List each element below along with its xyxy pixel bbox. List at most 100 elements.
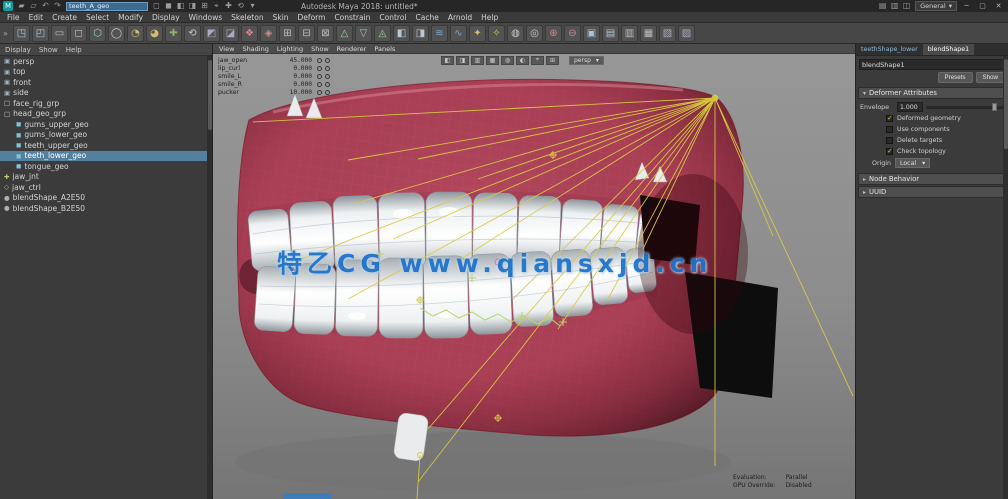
attribute-editor-scrollbar[interactable] xyxy=(1003,56,1008,499)
sidebar-toggle-icon-0[interactable]: ▤ xyxy=(877,1,888,11)
menu-cache[interactable]: Cache xyxy=(416,13,439,22)
outliner-item-teeth-lower-geo[interactable]: ◼teeth_lower_geo xyxy=(0,151,207,162)
inview-row-smile-l[interactable]: smile_L0.000 xyxy=(218,73,330,81)
shelf-tool-icon-5[interactable]: ◯ xyxy=(108,25,125,42)
shelf-tool-icon-23[interactable]: ∿ xyxy=(450,25,467,42)
outliner-item-teeth-upper-geo[interactable]: ◼teeth_upper_geo xyxy=(0,140,207,151)
minimize-button[interactable]: ─ xyxy=(960,2,973,10)
viewport-tool-icon-3[interactable]: ▦ xyxy=(486,56,499,65)
shelf-tool-icon-33[interactable]: ▦ xyxy=(640,25,657,42)
snap-icon-8[interactable]: ▾ xyxy=(247,1,258,11)
snap-icon-2[interactable]: ◧ xyxy=(175,1,186,11)
outliner-item-gums-upper-geo[interactable]: ◼gums_upper_geo xyxy=(0,119,207,130)
menu-file[interactable]: File xyxy=(7,13,20,22)
maximize-button[interactable]: ▢ xyxy=(976,2,989,10)
checkbox-use-components[interactable] xyxy=(886,126,893,133)
snap-icon-7[interactable]: ⟲ xyxy=(235,1,246,11)
outliner-item-persp[interactable]: ▣persp xyxy=(0,56,207,67)
timeslider-fragment[interactable] xyxy=(283,493,331,499)
inview-row-lip-curl[interactable]: lip_curl0.000 xyxy=(218,65,330,73)
snap-icon-4[interactable]: ⊞ xyxy=(199,1,210,11)
snap-icon-6[interactable]: ✚ xyxy=(223,1,234,11)
section-node-behavior[interactable]: ▸Node Behavior xyxy=(858,173,1006,185)
viewport-menu-shading[interactable]: Shading xyxy=(242,45,268,53)
menu-control[interactable]: Control xyxy=(379,13,406,22)
outliner-menu-display[interactable]: Display xyxy=(5,46,31,54)
shelf-tool-icon-4[interactable]: ⬡ xyxy=(89,25,106,42)
slider-handle[interactable] xyxy=(992,103,997,111)
snap-icon-1[interactable]: ◼ xyxy=(163,1,174,11)
viewport-tool-icon-6[interactable]: ⌖ xyxy=(531,56,544,65)
mute-toggle-icon[interactable] xyxy=(325,66,330,71)
menu-deform[interactable]: Deform xyxy=(298,13,326,22)
viewport-menu-renderer[interactable]: Renderer xyxy=(337,45,367,53)
menu-help[interactable]: Help xyxy=(481,13,498,22)
checkbox-deformed-geometry[interactable] xyxy=(886,115,893,122)
outliner-item-blendshape-b2e50[interactable]: ●blendShape_B2E50 xyxy=(0,203,207,214)
shelf-tool-icon-28[interactable]: ⊕ xyxy=(545,25,562,42)
menu-create[interactable]: Create xyxy=(52,13,77,22)
shelf-tool-icon-14[interactable]: ⊞ xyxy=(279,25,296,42)
shelf-tool-icon-11[interactable]: ◪ xyxy=(222,25,239,42)
outliner-item-side[interactable]: ▣side xyxy=(0,88,207,99)
shelf-tool-icon-12[interactable]: ❖ xyxy=(241,25,258,42)
shelf-tool-icon-9[interactable]: ⟲ xyxy=(184,25,201,42)
attribute-editor-scrollbar-thumb[interactable] xyxy=(1004,59,1008,149)
inview-row-jaw-open[interactable]: jaw_open45.000 xyxy=(218,57,330,65)
slider-value-field[interactable]: 1.000 xyxy=(897,102,923,112)
titlebar-icon-0[interactable]: ▰ xyxy=(16,1,27,11)
outliner-item-jaw-jnt[interactable]: ✚jaw_jnt xyxy=(0,172,207,183)
shelf-tool-icon-32[interactable]: ▥ xyxy=(621,25,638,42)
outliner-item-jaw-ctrl[interactable]: ◇jaw_ctrl xyxy=(0,182,207,193)
envelope-slider[interactable] xyxy=(926,106,1004,109)
menu-select[interactable]: Select xyxy=(86,13,109,22)
shelf-tool-icon-10[interactable]: ◩ xyxy=(203,25,220,42)
snap-icon-5[interactable]: ⌖ xyxy=(211,1,222,11)
key-toggle-icon[interactable] xyxy=(317,90,322,95)
viewport-tool-icon-5[interactable]: ◐ xyxy=(516,56,529,65)
menu-skin[interactable]: Skin xyxy=(273,13,289,22)
mute-toggle-icon[interactable] xyxy=(325,90,330,95)
shelf-tool-icon-27[interactable]: ◎ xyxy=(526,25,543,42)
titlebar-icon-2[interactable]: ↶ xyxy=(40,1,51,11)
ae-tab-teethshape-lower[interactable]: teethShape_lower xyxy=(856,44,923,55)
menu-constrain[interactable]: Constrain xyxy=(334,13,370,22)
selection-mask-field[interactable] xyxy=(66,2,148,11)
key-toggle-icon[interactable] xyxy=(317,82,322,87)
mute-toggle-icon[interactable] xyxy=(325,58,330,63)
menu-modify[interactable]: Modify xyxy=(118,13,143,22)
shelf-tool-icon-25[interactable]: ✧ xyxy=(488,25,505,42)
shelf-tool-icon-29[interactable]: ⊖ xyxy=(564,25,581,42)
section-uuid[interactable]: ▸UUID xyxy=(858,186,1006,198)
shelf-tool-icon-26[interactable]: ◍ xyxy=(507,25,524,42)
menu-edit[interactable]: Edit xyxy=(29,13,44,22)
shelf-tool-icon-16[interactable]: ⊠ xyxy=(317,25,334,42)
outliner-scrollbar-thumb[interactable] xyxy=(208,60,212,130)
shelf-tool-icon-13[interactable]: ◈ xyxy=(260,25,277,42)
sidebar-toggle-icon-2[interactable]: ◫ xyxy=(901,1,912,11)
snap-icon-0[interactable]: ◻ xyxy=(151,1,162,11)
shelf-tool-icon-35[interactable]: ▨ xyxy=(678,25,695,42)
key-toggle-icon[interactable] xyxy=(317,58,322,63)
snap-icon-3[interactable]: ◨ xyxy=(187,1,198,11)
show-button[interactable]: Show xyxy=(976,72,1005,83)
shelf-tool-icon-19[interactable]: ◬ xyxy=(374,25,391,42)
viewport-tool-icon-0[interactable]: ◧ xyxy=(441,56,454,65)
shelf-tool-icon-21[interactable]: ◨ xyxy=(412,25,429,42)
outliner-item-head-geo-grp[interactable]: □head_geo_grp xyxy=(0,109,207,120)
outliner-item-front[interactable]: ▣front xyxy=(0,77,207,88)
titlebar-icon-3[interactable]: ↷ xyxy=(52,1,63,11)
viewport-scene[interactable] xyxy=(213,64,855,499)
mute-toggle-icon[interactable] xyxy=(325,82,330,87)
shelf-tool-icon-3[interactable]: ◻ xyxy=(70,25,87,42)
shelf-tool-icon-24[interactable]: ✦ xyxy=(469,25,486,42)
shelf-tool-icon-2[interactable]: ▭ xyxy=(51,25,68,42)
shelf-tool-icon-1[interactable]: ◰ xyxy=(32,25,49,42)
outliner-item-face-rig-grp[interactable]: □face_rig_grp xyxy=(0,98,207,109)
viewport-menu-show[interactable]: Show xyxy=(311,45,329,53)
viewport-menu-view[interactable]: View xyxy=(219,45,234,53)
shelf-tool-icon-31[interactable]: ▤ xyxy=(602,25,619,42)
shelf-tool-icon-20[interactable]: ◧ xyxy=(393,25,410,42)
viewport-menu-lighting[interactable]: Lighting xyxy=(277,45,303,53)
key-toggle-icon[interactable] xyxy=(317,66,322,71)
